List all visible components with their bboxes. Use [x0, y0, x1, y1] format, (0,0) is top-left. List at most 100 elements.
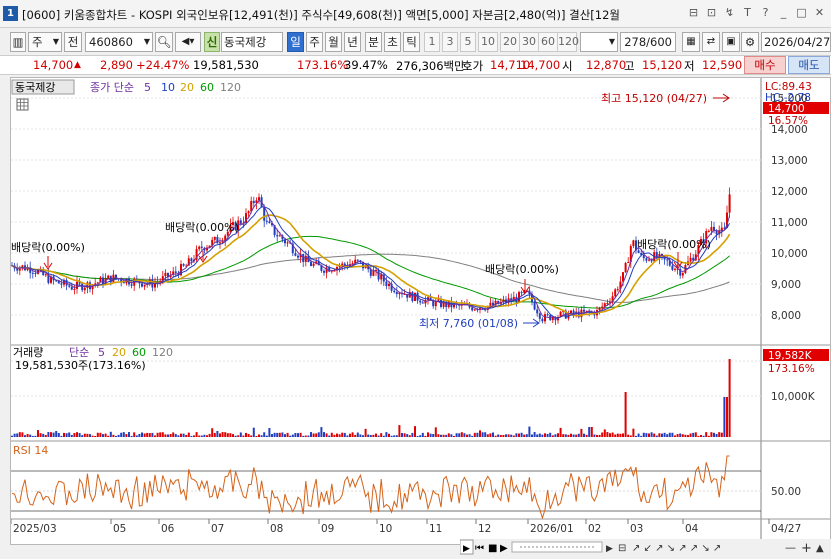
period-select[interactable]: 주 ▼ [28, 32, 62, 52]
volume-bar [559, 427, 562, 437]
sell-button[interactable]: 매도 [788, 56, 830, 74]
candle-body [681, 273, 684, 276]
volume-ma5: 5 [98, 346, 105, 359]
chevron-down-icon: ▼ [608, 37, 615, 46]
volume-bar [112, 434, 115, 437]
scroll-start-icon[interactable]: ⏮ [475, 543, 484, 554]
zoom-in-icon[interactable]: + [801, 541, 812, 556]
search-icon[interactable]: 🔍︎ [155, 32, 173, 52]
volume-bar [541, 434, 544, 437]
stock-code-input[interactable]: 460860 ▼ [85, 32, 153, 52]
interval-1[interactable]: 1 [424, 32, 440, 52]
chart-area[interactable]: 15,000 14,000 13,000 12,000 11,000 10,000 9,00… [10, 77, 831, 545]
speaker-icon[interactable]: ◀▾ [175, 32, 201, 52]
interval-10[interactable]: 10 [478, 32, 498, 52]
volume-bar [86, 433, 89, 437]
help-button[interactable]: ? [758, 5, 773, 20]
interval-120[interactable]: 120 [557, 32, 579, 52]
save-icon[interactable]: ▣ [722, 32, 740, 52]
volume-bar [60, 435, 63, 437]
volume-bar [164, 434, 167, 437]
scroll-controls[interactable]: ▶ ⏮ ■ ▶ ▶ ⊟ ↗ ↙ ↗ ↘ ↗ ↗ ↘ ↗ — + ▲ [459, 539, 831, 556]
zoom-reset-icon[interactable]: ⊟ [618, 543, 626, 554]
volume-bar [26, 433, 29, 437]
scroll-stop-icon[interactable]: ■ [488, 543, 497, 554]
volume-bar [570, 433, 572, 437]
volume-bar [497, 434, 500, 437]
candle-body [213, 237, 216, 240]
data-count-field[interactable]: 278/600 [620, 32, 676, 52]
interval-3[interactable]: 3 [442, 32, 458, 52]
volume-bar [338, 434, 341, 437]
window-maximize-button[interactable]: □ [794, 5, 809, 20]
drawing-tools-icon[interactable]: ↗ ↙ ↗ ↘ ↗ ↗ ↘ ↗ [632, 543, 721, 554]
window-split-button[interactable]: ⊟ [686, 5, 701, 20]
scroll-play-icon[interactable]: ▶ [500, 543, 508, 554]
volume-bar [185, 434, 188, 437]
volume-bar [408, 435, 411, 437]
volume-bar [52, 432, 55, 437]
window-close-button[interactable]: ✕ [812, 5, 827, 20]
window-link-button[interactable]: ⊡ [704, 5, 719, 20]
volume-bar [663, 432, 666, 437]
mode-button[interactable]: 전 [64, 32, 82, 52]
candle-body [533, 301, 536, 310]
volume-bar [232, 434, 234, 437]
interval-5[interactable]: 5 [460, 32, 476, 52]
gear-icon[interactable]: ⚙ [741, 32, 759, 52]
interval-60[interactable]: 60 [538, 32, 558, 52]
compare-icon[interactable]: ⇄ [702, 32, 720, 52]
tab-tick[interactable]: 틱 [403, 32, 420, 52]
tab-second[interactable]: 초 [384, 32, 401, 52]
crosshair-icon[interactable]: ▦ [682, 32, 700, 52]
tab-week[interactable]: 주 [306, 32, 323, 52]
volume-bar [525, 434, 528, 437]
date-field[interactable]: 2026/04/27 [761, 32, 831, 52]
candle-body [239, 220, 242, 224]
custom-interval-select[interactable]: ▼ [580, 32, 618, 52]
volume-bar [190, 435, 193, 437]
tab-month[interactable]: 월 [325, 32, 342, 52]
buy-button[interactable]: 매수 [744, 56, 786, 74]
window-font-button[interactable]: T [740, 5, 755, 20]
volume-bar [21, 432, 24, 437]
volume-bar [346, 435, 349, 437]
table-icon[interactable] [16, 98, 29, 111]
candle-body [606, 303, 609, 305]
volume-bar [89, 434, 91, 437]
interval-20[interactable]: 20 [500, 32, 520, 52]
candle-body [60, 283, 63, 285]
volume-bar [229, 433, 232, 437]
volume-bar [450, 434, 453, 437]
toolbar-toggle-icon[interactable]: ▥ [10, 32, 26, 52]
move-icon[interactable]: ▲ [816, 543, 824, 554]
interval-30[interactable]: 30 [519, 32, 539, 52]
candle-body [684, 265, 687, 274]
tab-year[interactable]: 년 [344, 32, 361, 52]
window-pin-button[interactable]: ↯ [722, 5, 737, 20]
candle-body [304, 255, 307, 262]
volume-bar [520, 432, 523, 437]
tab-day[interactable]: 일 [287, 32, 304, 52]
volume-bar [723, 397, 726, 437]
candle-body [546, 314, 549, 316]
chart-canvas[interactable]: 15,00014,00013,00012,00011,00010,0009,00… [10, 78, 830, 544]
chart-scrollbar[interactable]: ▶ ⏮ ■ ▶ ▶ ⊟ ↗ ↙ ↗ ↘ ↗ ↗ ↘ ↗ — + ▲ [459, 539, 831, 556]
volume-bar [575, 434, 578, 437]
window-minimize-button[interactable]: _ [776, 5, 791, 20]
zoom-out-icon[interactable]: — [785, 541, 796, 554]
dividend-note-3: 배당락(0.00%) [485, 263, 559, 276]
scroll-right-icon[interactable]: ▶ [606, 544, 613, 554]
tab-minute[interactable]: 분 [365, 32, 382, 52]
candle-body [258, 197, 260, 201]
volume-bar [310, 432, 312, 437]
dividend-note-1: 배당락(0.00%) [11, 241, 85, 254]
chevron-down-icon: ▼ [143, 37, 150, 46]
volume-bar [107, 435, 110, 437]
volume-bar [11, 435, 13, 437]
volume-bar [455, 433, 458, 437]
volume-bar [606, 432, 609, 437]
volume-bar [328, 435, 331, 437]
current-price-tag-label: 14,700 [768, 103, 805, 115]
candle-body [94, 283, 97, 285]
